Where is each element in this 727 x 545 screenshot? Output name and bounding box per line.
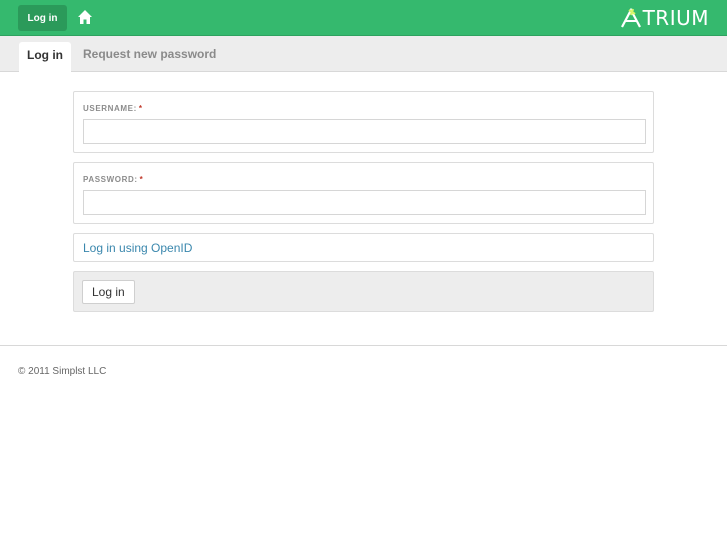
required-marker: *	[139, 175, 144, 184]
home-icon[interactable]	[77, 9, 93, 25]
username-label: USERNAME: *	[83, 104, 143, 113]
login-button[interactable]: Log in	[18, 5, 67, 31]
tab-log-in[interactable]: Log in	[19, 42, 71, 73]
brand-text: TRIUM	[642, 6, 709, 30]
atrium-logo-icon	[620, 8, 641, 28]
username-input[interactable]	[83, 119, 646, 144]
tab-request-new-password[interactable]: Request new password	[83, 42, 216, 66]
footer-copyright: © 2011 Simplst LLC	[18, 366, 107, 377]
openid-panel: Log in using OpenID	[73, 233, 654, 262]
required-marker: *	[138, 104, 143, 113]
top-bar: Log in TRIUM	[0, 0, 727, 36]
form-actions: Log in	[73, 271, 654, 312]
openid-login-link[interactable]: Log in using OpenID	[83, 241, 192, 255]
footer-divider	[0, 345, 727, 346]
brand-logo[interactable]: TRIUM	[620, 6, 709, 30]
password-input[interactable]	[83, 190, 646, 215]
tab-strip: Log in Request new password	[0, 36, 727, 73]
login-submit-button[interactable]: Log in	[82, 280, 135, 304]
password-panel: PASSWORD: *	[73, 162, 654, 224]
username-panel: USERNAME: *	[73, 91, 654, 153]
password-label: PASSWORD: *	[83, 175, 144, 184]
